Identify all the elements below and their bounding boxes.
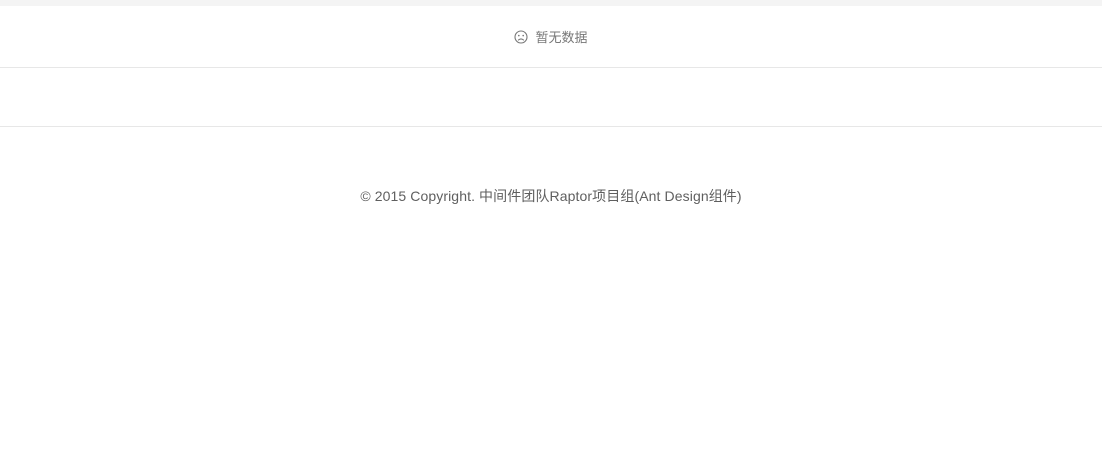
page-footer: © 2015 Copyright. 中间件团队Raptor项目组(Ant Des… <box>0 127 1102 265</box>
frown-icon <box>514 29 530 45</box>
table-footer-row <box>0 68 1102 127</box>
table-empty-placeholder: 暂无数据 <box>0 6 1102 68</box>
empty-text: 暂无数据 <box>535 30 588 45</box>
copyright-text: © 2015 Copyright. 中间件团队Raptor项目组(Ant Des… <box>360 188 742 204</box>
